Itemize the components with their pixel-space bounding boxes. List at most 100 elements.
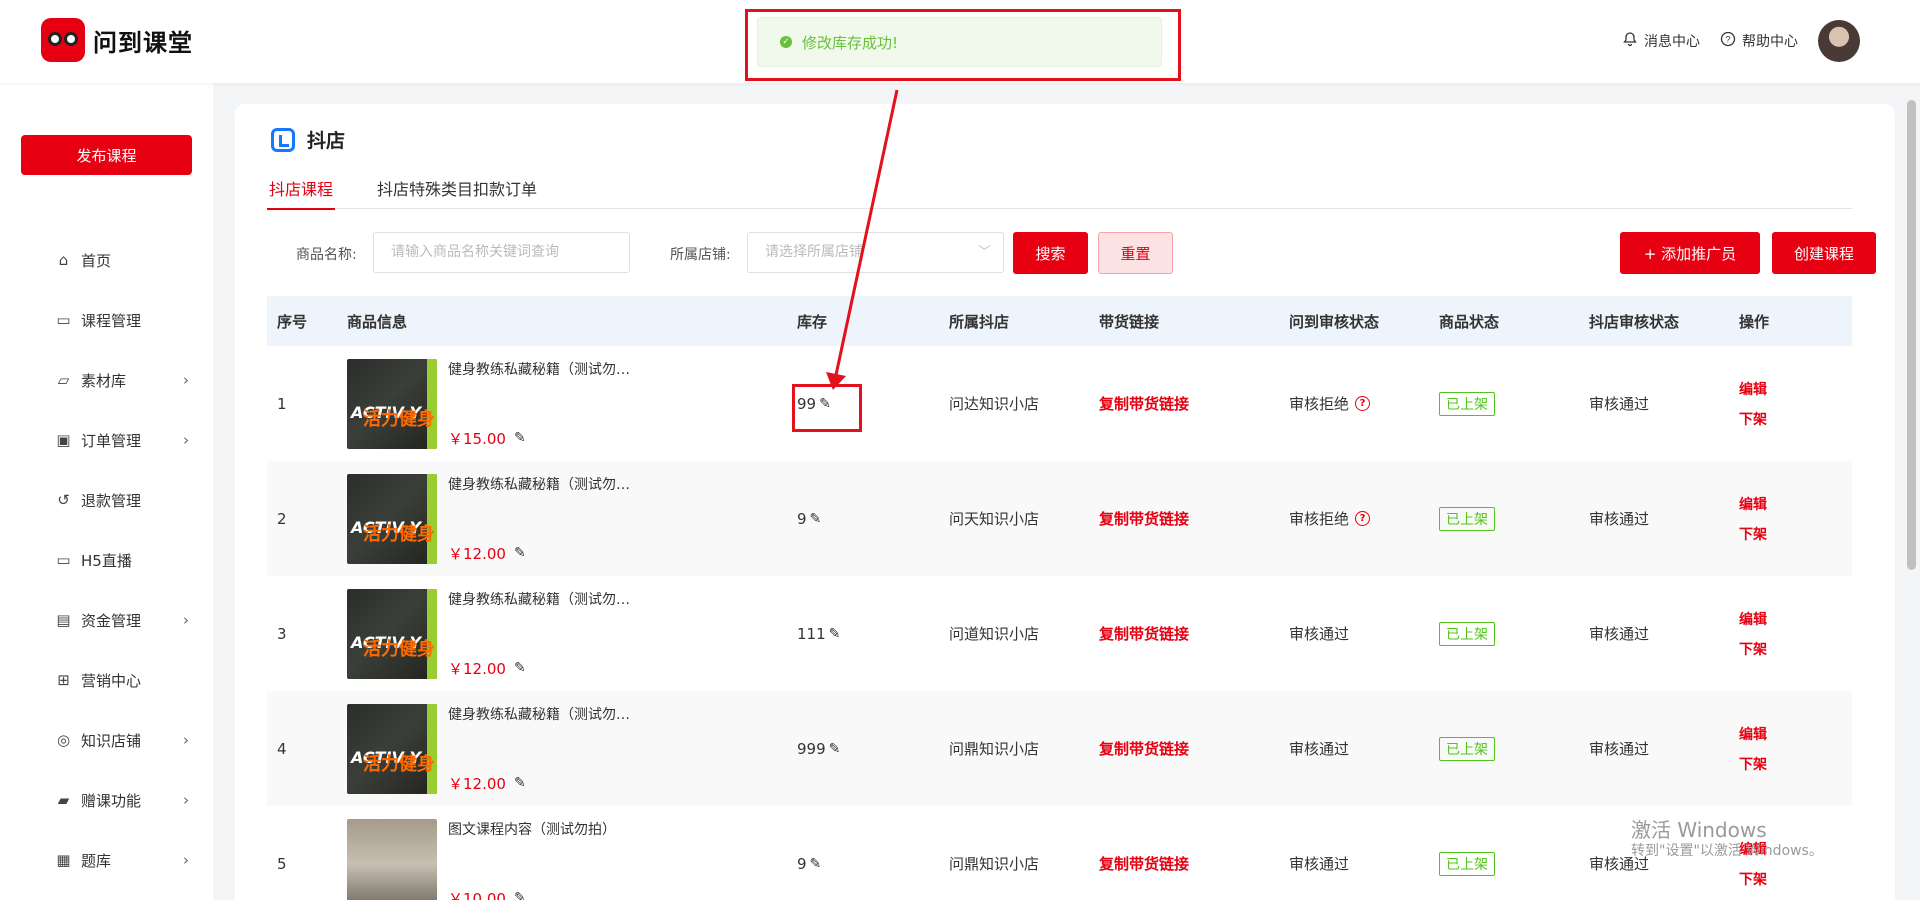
copy-link-button[interactable]: 复制带货链接 [1099, 508, 1289, 529]
present-icon: ▰ [57, 790, 70, 809]
edit-button[interactable]: 编辑 [1739, 494, 1852, 514]
status-badge: 已上架 [1439, 391, 1495, 416]
edit-price-icon[interactable]: ✎ [514, 775, 526, 791]
annotation-box-stock [792, 384, 862, 432]
sidebar-item-material-library[interactable]: ▱ 素材库 › [0, 350, 213, 410]
chevron-right-icon: › [183, 611, 189, 629]
take-down-button[interactable]: 下架 [1739, 639, 1852, 659]
product-name-input[interactable]: 请输入商品名称关键词查询 [373, 232, 630, 273]
product-thumbnail[interactable]: ACTIV Y 活力健身 [347, 358, 437, 449]
edit-price-icon[interactable]: ✎ [514, 545, 526, 561]
stock-cell: 999 ✎ [797, 740, 949, 758]
edit-button[interactable]: 编辑 [1739, 609, 1852, 629]
sidebar-item-label: H5直播 [81, 551, 132, 570]
status-badge: 已上架 [1439, 851, 1495, 876]
row-seq: 2 [277, 509, 287, 528]
help-circle-icon[interactable]: ? [1355, 511, 1371, 526]
table-row: 5 图文课程内容（测试勿拍） ￥10.00 ✎ 9 ✎ 问鼎知识小店 复制带货链… [267, 806, 1852, 900]
add-promoter-button[interactable]: + 添加推广员 [1620, 232, 1760, 274]
edit-stock-icon[interactable]: ✎ [829, 626, 841, 642]
product-status: 已上架 [1439, 851, 1589, 876]
tab-douyin-courses[interactable]: 抖店课程 [267, 170, 336, 210]
copy-link-button[interactable]: 复制带货链接 [1099, 623, 1289, 644]
product-price: ￥15.00 [448, 429, 506, 448]
edit-button[interactable]: 编辑 [1739, 724, 1852, 744]
douyin-audit-status: 审核通过 [1589, 395, 1650, 413]
message-center-label: 消息中心 [1644, 34, 1700, 50]
sidebar-item-knowledge-shop[interactable]: ◎ 知识店铺 › [0, 710, 213, 770]
product-name[interactable]: 健身教练私藏秘籍（测试勿… [448, 474, 668, 494]
windows-activation-hint: 转到"设置"以激活 Windows。 [1631, 843, 1823, 859]
table-body: 1 ACTIV Y 活力健身 健身教练私藏秘籍（测试勿… ￥15.00 ✎ 99 … [267, 346, 1852, 900]
row-seq: 5 [277, 854, 287, 873]
sidebar-item-label: 订单管理 [81, 431, 142, 450]
row-actions: 编辑 下架 [1739, 724, 1852, 774]
product-thumbnail[interactable]: ACTIV Y 活力健身 [347, 588, 437, 679]
take-down-button[interactable]: 下架 [1739, 754, 1852, 774]
publish-course-button[interactable]: 发布课程 [21, 135, 192, 175]
sidebar-item-gift-course[interactable]: ▰ 赠课功能 › [0, 770, 213, 830]
edit-price-icon[interactable]: ✎ [514, 430, 526, 446]
product-status: 已上架 [1439, 391, 1589, 416]
take-down-button[interactable]: 下架 [1739, 524, 1852, 544]
search-button[interactable]: 搜索 [1013, 232, 1088, 274]
product-name[interactable]: 图文课程内容（测试勿拍） [448, 819, 668, 839]
product-thumbnail[interactable] [347, 818, 437, 900]
product-info: ACTIV Y 活力健身 健身教练私藏秘籍（测试勿… ￥12.00 ✎ [347, 703, 797, 794]
take-down-button[interactable]: 下架 [1739, 409, 1852, 429]
product-thumbnail[interactable]: ACTIV Y 活力健身 [347, 473, 437, 564]
tab-special-deduction-orders[interactable]: 抖店特殊类目扣款订单 [375, 170, 539, 209]
edit-button[interactable]: 编辑 [1739, 379, 1852, 399]
create-course-button[interactable]: 创建课程 [1772, 232, 1876, 274]
sidebar-item-home[interactable]: ⌂ 首页 [0, 230, 213, 290]
bell-icon [1622, 31, 1638, 51]
take-down-button[interactable]: 下架 [1739, 869, 1852, 889]
windows-activation-watermark: 激活 Windows [1631, 818, 1767, 842]
chevron-right-icon: › [183, 371, 189, 389]
sidebar-item-funds-management[interactable]: ▤ 资金管理 › [0, 590, 213, 650]
sidebar-item-question-bank[interactable]: ▦ 题库 › [0, 830, 213, 890]
sidebar-item-refund-management[interactable]: ↺ 退款管理 [0, 470, 213, 530]
page-scrollbar[interactable] [1907, 100, 1916, 570]
product-info: 图文课程内容（测试勿拍） ￥10.00 ✎ [347, 818, 797, 900]
help-circle-icon: ? [1720, 31, 1736, 51]
product-name-label: 商品名称: [296, 247, 357, 263]
sidebar-item-course-management[interactable]: ▭ 课程管理 [0, 290, 213, 350]
shop-select[interactable]: 请选择所属店铺 ﹀ [747, 232, 1004, 273]
svg-text:?: ? [1725, 35, 1730, 45]
reset-button[interactable]: 重置 [1098, 232, 1173, 274]
product-thumbnail[interactable]: ACTIV Y 活力健身 [347, 703, 437, 794]
stock-value: 111 [797, 624, 826, 643]
product-name[interactable]: 健身教练私藏秘籍（测试勿… [448, 589, 668, 609]
edit-price-icon[interactable]: ✎ [514, 660, 526, 676]
shop-label: 所属店铺: [670, 247, 731, 263]
sidebar-item-h5-live[interactable]: ▭ H5直播 [0, 530, 213, 590]
filter-bar: 商品名称: 请输入商品名称关键词查询 所属店铺: 请选择所属店铺 ﹀ 搜索 重置… [267, 232, 1876, 274]
copy-link-button[interactable]: 复制带货链接 [1099, 393, 1289, 414]
edit-stock-icon[interactable]: ✎ [810, 856, 822, 872]
annotation-box-toast [745, 9, 1181, 81]
sidebar-item-order-management[interactable]: ▣ 订单管理 › [0, 410, 213, 470]
help-circle-icon[interactable]: ? [1355, 396, 1371, 411]
edit-price-icon[interactable]: ✎ [514, 890, 526, 900]
edit-stock-icon[interactable]: ✎ [829, 741, 841, 757]
copy-link-button[interactable]: 复制带货链接 [1099, 853, 1289, 874]
row-actions: 编辑 下架 [1739, 379, 1852, 429]
folder-icon: ▱ [57, 370, 70, 389]
user-avatar[interactable] [1818, 20, 1860, 62]
help-center-link[interactable]: ? 帮助中心 [1720, 31, 1798, 51]
app-logo[interactable]: 问到课堂 [41, 18, 193, 62]
status-badge: 已上架 [1439, 736, 1495, 761]
sidebar-item-marketing-center[interactable]: ⊞ 营销中心 [0, 650, 213, 710]
shop-name: 问达知识小店 [949, 395, 1040, 413]
shop-name: 问道知识小店 [949, 625, 1040, 643]
product-name[interactable]: 健身教练私藏秘籍（测试勿… [448, 359, 668, 379]
douyin-audit-status: 审核通过 [1589, 740, 1650, 758]
product-name[interactable]: 健身教练私藏秘籍（测试勿… [448, 704, 668, 724]
message-center-link[interactable]: 消息中心 [1622, 31, 1700, 51]
row-seq: 1 [277, 394, 287, 413]
audit-status-text: 审核拒绝 [1289, 395, 1350, 413]
copy-link-button[interactable]: 复制带货链接 [1099, 738, 1289, 759]
edit-stock-icon[interactable]: ✎ [810, 511, 822, 527]
audit-status: 审核通过 [1289, 623, 1439, 644]
